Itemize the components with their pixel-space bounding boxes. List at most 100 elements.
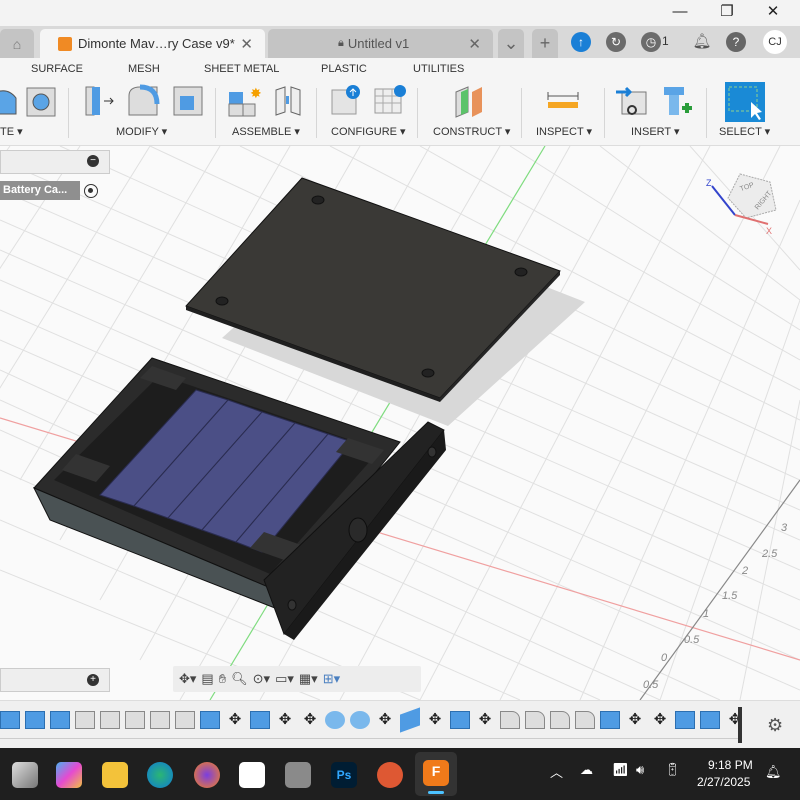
comments-panel[interactable]: +: [0, 668, 110, 692]
notifications-icon[interactable]: 🔔︎: [692, 32, 712, 52]
insert-fastener-icon[interactable]: [660, 84, 694, 118]
edge-icon[interactable]: [147, 762, 173, 788]
job-status-icon[interactable]: ◷: [641, 32, 661, 52]
timeline-feature-extrude[interactable]: [450, 711, 470, 729]
ms-store-icon[interactable]: [239, 762, 265, 788]
select-menu[interactable]: SELECT ▾: [719, 125, 770, 138]
copilot-icon[interactable]: [56, 762, 82, 788]
timeline-feature-sphere[interactable]: [350, 711, 370, 729]
new-component-icon[interactable]: ✸: [227, 84, 261, 118]
assemble-menu[interactable]: ASSEMBLE ▾: [232, 125, 300, 138]
restore-button[interactable]: ❐: [712, 2, 742, 22]
timeline-feature-fillet[interactable]: [525, 711, 545, 729]
extensions-icon[interactable]: ↻: [606, 32, 626, 52]
volume-icon[interactable]: 🔊︎: [636, 762, 644, 778]
timeline-feature-extrude[interactable]: [0, 711, 20, 729]
timeline-marker[interactable]: [738, 707, 742, 743]
timeline-feature-extrude[interactable]: [600, 711, 620, 729]
timeline-feature-move[interactable]: ✥: [650, 711, 670, 729]
browser-panel[interactable]: −: [0, 150, 110, 174]
timeline-settings-icon[interactable]: ⚙: [767, 715, 783, 736]
grid-settings-icon[interactable]: ▦▾: [299, 671, 318, 687]
timeline-feature-sphere[interactable]: [325, 711, 345, 729]
close-tab-button[interactable]: ✕: [468, 35, 481, 53]
press-pull-icon[interactable]: [82, 84, 116, 118]
duckduckgo-icon[interactable]: [377, 762, 403, 788]
firefox-icon[interactable]: [194, 762, 220, 788]
view-cube[interactable]: Z X TOP RIGHT: [706, 173, 777, 236]
timeline-feature-move[interactable]: ✥: [725, 711, 745, 729]
display-settings-icon[interactable]: ▭▾: [275, 671, 294, 687]
offset-plane-icon[interactable]: [452, 84, 486, 118]
modify-menu[interactable]: MODIFY ▾: [116, 125, 167, 138]
blank-app-icon[interactable]: [285, 762, 311, 788]
configure-icon[interactable]: [329, 84, 363, 118]
timeline-feature-move[interactable]: ✥: [300, 711, 320, 729]
task-view-icon[interactable]: [12, 762, 38, 788]
timeline-feature-hole[interactable]: [75, 711, 95, 729]
timeline-feature-fillet[interactable]: [550, 711, 570, 729]
tab-surface[interactable]: SURFACE: [31, 63, 83, 75]
new-tab-button[interactable]: +: [532, 29, 558, 58]
joint-icon[interactable]: [271, 84, 305, 118]
component-node[interactable]: Battery Ca...: [0, 181, 80, 200]
tab-sheet-metal[interactable]: SHEET METAL: [204, 63, 279, 75]
timeline-feature-fillet[interactable]: [500, 711, 520, 729]
tab-active-document[interactable]: Dimonte Mav…ry Case v9* ✕: [40, 29, 265, 58]
timeline-feature-move[interactable]: ✥: [475, 711, 495, 729]
timeline-feature-combine[interactable]: [400, 707, 420, 733]
close-tab-button[interactable]: ✕: [240, 35, 253, 53]
fillet-icon[interactable]: [126, 84, 160, 118]
configure-menu[interactable]: CONFIGURE ▾: [331, 125, 406, 138]
select-icon[interactable]: [725, 82, 765, 122]
tab-mesh[interactable]: MESH: [128, 63, 160, 75]
insert-menu[interactable]: INSERT ▾: [631, 125, 680, 138]
revolve-icon[interactable]: [0, 84, 24, 118]
timeline-feature-fillet[interactable]: [575, 711, 595, 729]
minimize-button[interactable]: —: [665, 2, 695, 22]
timeline-feature-extrude[interactable]: [675, 711, 695, 729]
fusion-taskbar-button[interactable]: F: [415, 752, 457, 796]
timeline-feature-move[interactable]: ✥: [275, 711, 295, 729]
file-explorer-icon[interactable]: [102, 762, 128, 788]
create-menu[interactable]: TE ▾: [0, 125, 23, 138]
collapse-icon[interactable]: −: [87, 155, 99, 167]
timeline-feature-hole[interactable]: [125, 711, 145, 729]
measure-icon[interactable]: [546, 84, 580, 118]
timeline-feature-extrude[interactable]: [200, 711, 220, 729]
insert-derive-icon[interactable]: [616, 84, 650, 118]
timeline-feature-move[interactable]: ✥: [225, 711, 245, 729]
timeline-feature-extrude[interactable]: [250, 711, 270, 729]
clock-time[interactable]: 9:18 PM: [708, 758, 753, 772]
timeline-feature-move[interactable]: ✥: [625, 711, 645, 729]
close-window-button[interactable]: ✕: [758, 2, 788, 22]
clock-date[interactable]: 2/27/2025: [697, 775, 750, 789]
orbit-icon[interactable]: ✥▾: [179, 671, 196, 687]
help-icon[interactable]: ?: [726, 32, 746, 52]
pan-icon[interactable]: ✋︎: [219, 671, 226, 687]
canvas[interactable]: 3 2.5 2 1.5 1 0.5 0 0.5 Z X TOP RIGHT: [0, 146, 800, 700]
onedrive-icon[interactable]: ☁︎: [580, 762, 593, 778]
timeline-feature-move[interactable]: ✥: [425, 711, 445, 729]
expand-icon[interactable]: +: [87, 674, 99, 686]
timeline[interactable]: ✥ ✥ ✥ ✥ ✥ ✥ ✥ ✥ ✥ ⚙: [0, 700, 800, 748]
zoom-icon[interactable]: 🔍︎: [231, 671, 248, 687]
wifi-icon[interactable]: 📶︎: [612, 762, 629, 778]
notification-center-icon[interactable]: 🔔︎: [765, 764, 782, 780]
tab-untitled[interactable]: 🔒︎ Untitled v1 ✕: [268, 29, 493, 58]
timeline-feature-hole[interactable]: [175, 711, 195, 729]
timeline-feature-move[interactable]: ✥: [375, 711, 395, 729]
3d-viewport[interactable]: 3 2.5 2 1.5 1 0.5 0 0.5 Z X TOP RIGHT: [0, 146, 800, 700]
timeline-feature-extrude[interactable]: [50, 711, 70, 729]
timeline-feature-extrude[interactable]: [700, 711, 720, 729]
shell-icon[interactable]: [171, 84, 205, 118]
hole-icon[interactable]: [24, 84, 58, 118]
look-at-icon[interactable]: ▤: [201, 671, 213, 687]
inspect-menu[interactable]: INSPECT ▾: [536, 125, 592, 138]
photoshop-icon[interactable]: Ps: [331, 762, 357, 788]
timeline-feature-extrude[interactable]: [25, 711, 45, 729]
battery-icon[interactable]: 🔋︎: [664, 762, 681, 778]
user-avatar[interactable]: CJ: [763, 30, 787, 54]
fit-icon[interactable]: ⊙▾: [253, 671, 270, 687]
config-table-icon[interactable]: [373, 84, 407, 118]
